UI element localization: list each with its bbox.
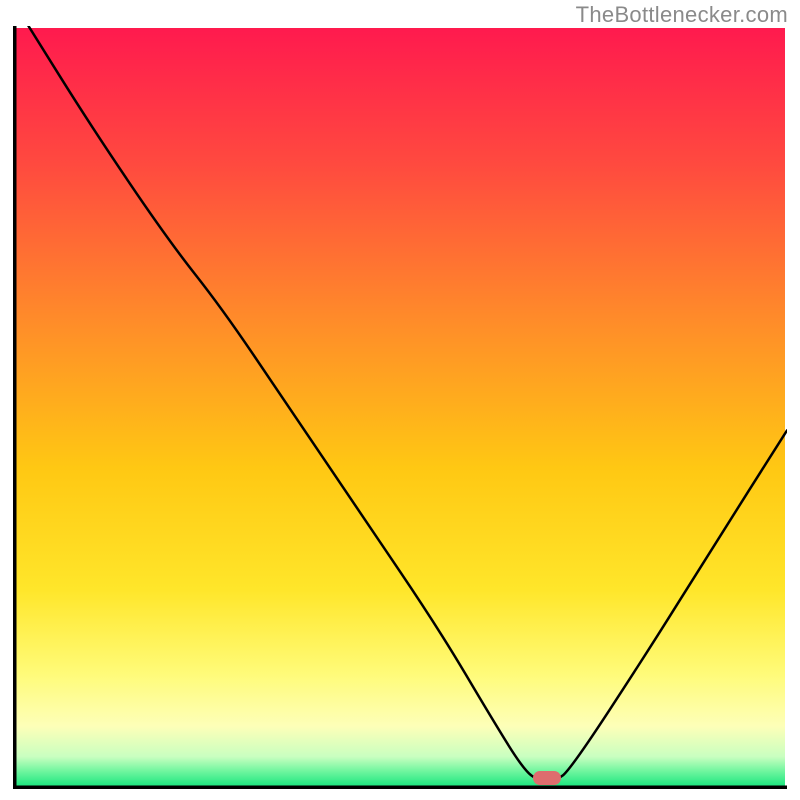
plot-area — [13, 26, 787, 789]
marker-pill — [533, 771, 561, 785]
background-gradient — [15, 28, 785, 787]
chart-container: TheBottlenecker.com — [0, 0, 800, 800]
attribution-text: TheBottlenecker.com — [576, 2, 788, 28]
